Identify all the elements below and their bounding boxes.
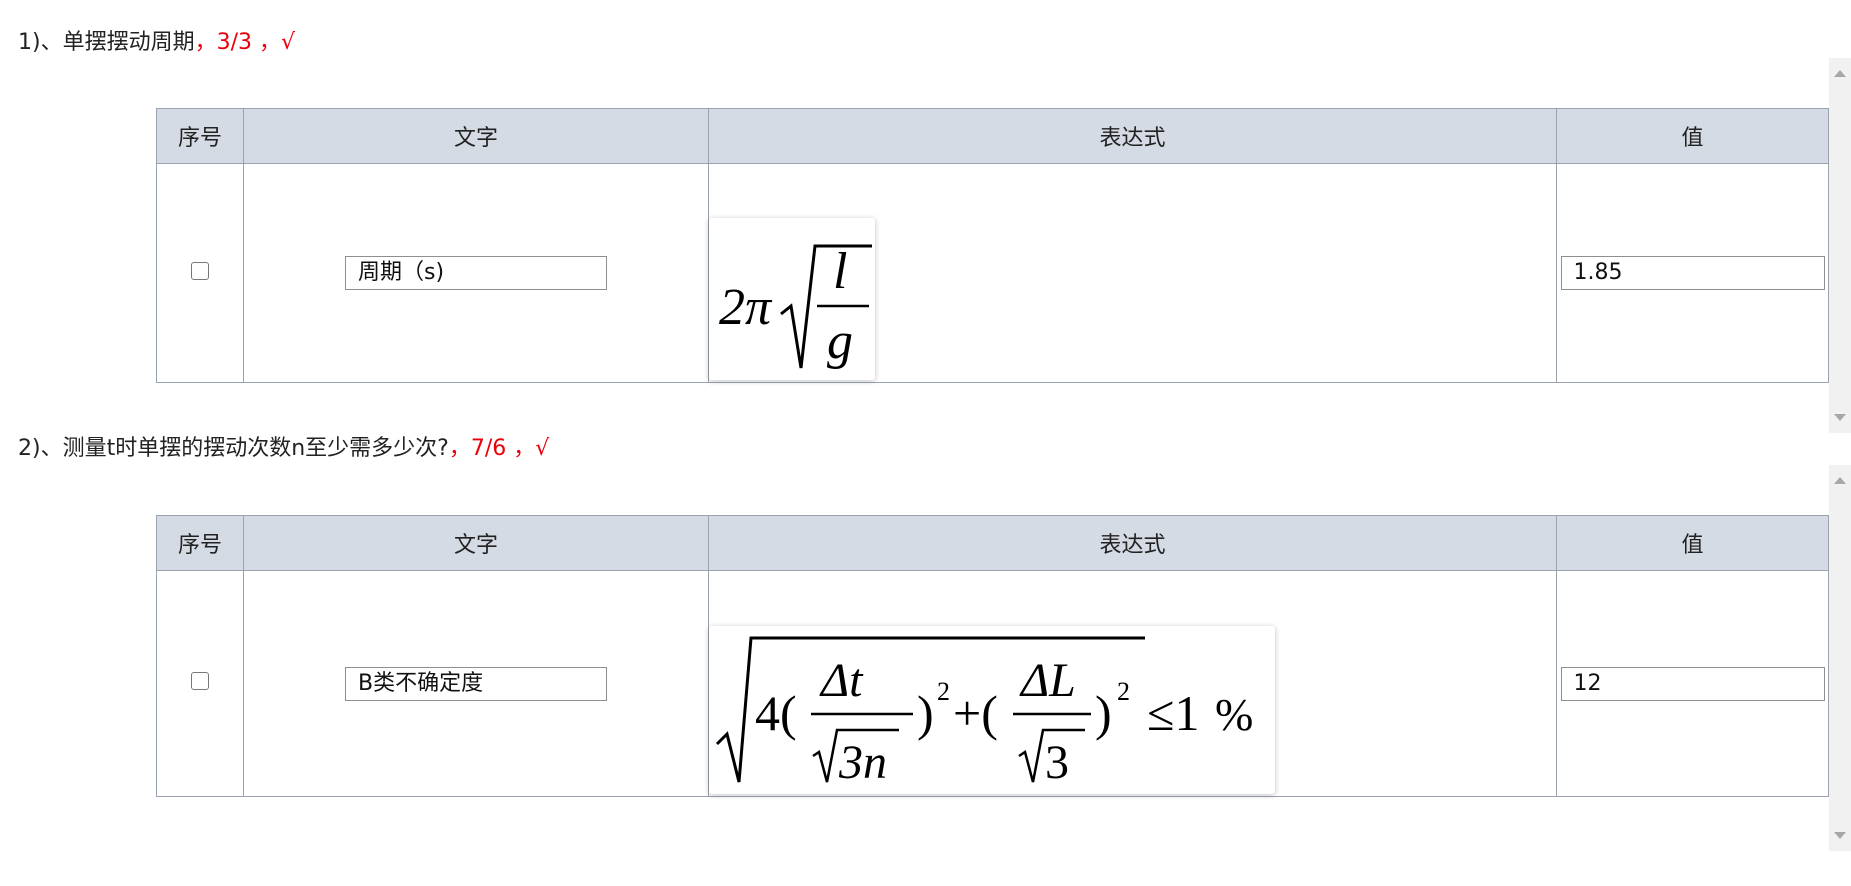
header-index: 序号 xyxy=(156,515,244,571)
row-checkbox[interactable] xyxy=(191,261,209,280)
scroll-down-arrow-icon[interactable] xyxy=(1834,414,1846,421)
question-2-text: 2)、测量t时单摆的摆动次数n至少需多少次? xyxy=(18,436,449,461)
value-cell: 12 xyxy=(1556,570,1829,797)
header-text: 文字 xyxy=(243,108,709,164)
formula-coef: 2π xyxy=(719,279,773,336)
expression-cell: 4( Δt 3n ) 2 +( ΔL 3 ) 2 ≤1 % xyxy=(708,570,1557,797)
text-input[interactable]: 周期（s) xyxy=(345,256,607,290)
formula-four: 4( xyxy=(755,685,797,741)
formula-uncertainty-svg: 4( Δt 3n ) 2 +( ΔL 3 ) 2 ≤1 % xyxy=(715,636,1253,789)
question-1-title: 1)、单摆摆动周期，3/3 ，√ xyxy=(18,28,295,58)
scroll-up-arrow-icon[interactable] xyxy=(1834,70,1846,77)
formula-exp-1: 2 xyxy=(937,677,950,706)
formula-image[interactable]: 4( Δt 3n ) 2 +( ΔL 3 ) 2 ≤1 % xyxy=(709,626,1275,794)
question-1-table: 序号 文字 表达式 值 周期（s) 2π l g 1.85 xyxy=(156,108,1829,383)
value-input[interactable]: 1.85 xyxy=(1560,256,1825,290)
scrollbar-1[interactable] xyxy=(1829,58,1851,433)
formula-den1: 3n xyxy=(838,736,887,789)
index-cell xyxy=(156,163,244,383)
scrollbar-2[interactable] xyxy=(1829,465,1851,851)
header-index: 序号 xyxy=(156,108,244,164)
header-value: 值 xyxy=(1556,515,1829,571)
text-input[interactable]: B类不确定度 xyxy=(345,666,607,701)
value-cell: 1.85 xyxy=(1556,163,1829,383)
expression-cell: 2π l g xyxy=(708,163,1557,383)
formula-plus: +( xyxy=(953,685,998,741)
formula-close-1: ) xyxy=(917,685,934,741)
value-input[interactable]: 12 xyxy=(1560,666,1825,701)
formula-num1: Δt xyxy=(819,654,864,707)
formula-image[interactable]: 2π l g xyxy=(709,218,875,380)
question-2-table: 序号 文字 表达式 值 B类不确定度 4( Δt 3n) 2 +(ΔL 3 … xyxy=(156,515,1829,797)
scroll-down-arrow-icon[interactable] xyxy=(1834,832,1846,839)
formula-denominator: g xyxy=(827,313,853,370)
table-row: B类不确定度 4( Δt 3n ) 2 +(ΔL 3) 2 ≤1 % 12 xyxy=(156,570,1829,797)
formula-numerator: l xyxy=(833,243,847,300)
header-expression: 表达式 xyxy=(708,108,1557,164)
question-1-score: ，3/3 ，√ xyxy=(194,30,296,55)
header-expression: 表达式 xyxy=(708,515,1557,571)
text-cell: B类不确定度 xyxy=(243,570,709,797)
formula-close-2: ) xyxy=(1095,685,1112,741)
text-cell: 周期（s) xyxy=(243,163,709,383)
formula-leq: ≤1 xyxy=(1147,685,1199,741)
row-checkbox[interactable] xyxy=(191,672,209,690)
table-row: 周期（s) 2π l g 1.85 xyxy=(156,163,1829,383)
index-cell xyxy=(156,570,244,797)
formula-den2: 3 xyxy=(1045,736,1069,789)
formula-exp-2: 2 xyxy=(1117,677,1130,706)
question-1-text: 1)、单摆摆动周期 xyxy=(18,30,195,55)
header-value: 值 xyxy=(1556,108,1829,164)
formula-num2: ΔL xyxy=(1019,654,1076,707)
formula-percent: % xyxy=(1215,689,1253,740)
header-text: 文字 xyxy=(243,515,709,571)
question-2-title: 2)、测量t时单摆的摆动次数n至少需多少次?，7/6 ，√ xyxy=(18,434,549,464)
question-2-score: ，7/6 ，√ xyxy=(448,436,550,461)
formula-period-svg: 2π l g xyxy=(719,243,872,370)
scroll-up-arrow-icon[interactable] xyxy=(1834,477,1846,484)
